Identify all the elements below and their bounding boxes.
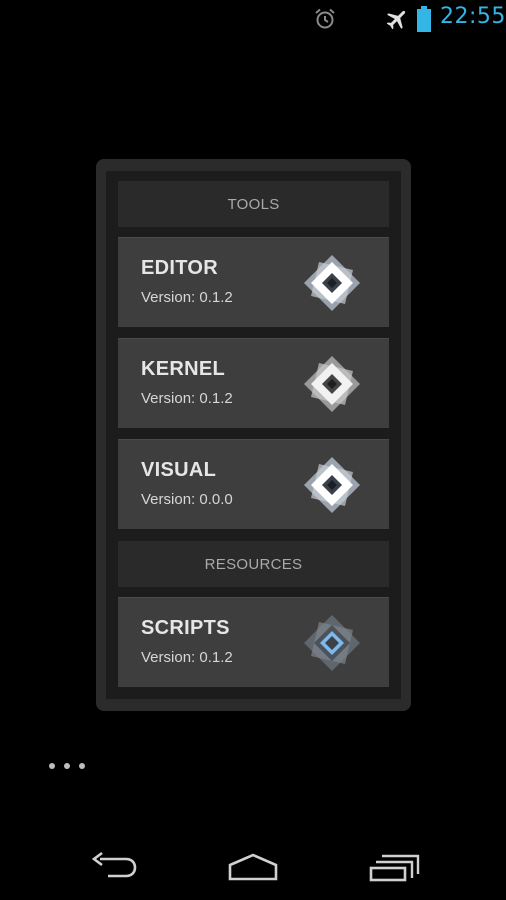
home-icon[interactable] — [225, 850, 281, 884]
home-screen: 22:55 TOOLS EDITOR Version: 0.1.2 KERNEL… — [0, 0, 506, 900]
list-item-kernel[interactable]: KERNEL Version: 0.1.2 — [118, 338, 389, 428]
status-bar: 22:55 — [0, 0, 506, 38]
list-item-editor[interactable]: EDITOR Version: 0.1.2 — [118, 237, 389, 327]
item-version: Version: 0.1.2 — [141, 390, 233, 407]
item-version: Version: 0.1.2 — [141, 289, 233, 306]
item-name: EDITOR — [141, 257, 218, 279]
list-item-scripts[interactable]: SCRIPTS Version: 0.1.2 — [118, 597, 389, 687]
airplane-mode-icon — [386, 10, 406, 30]
item-version: Version: 0.1.2 — [141, 649, 233, 666]
diamond-logo-icon — [304, 356, 360, 412]
diamond-logo-icon — [304, 255, 360, 311]
navigation-bar — [0, 832, 506, 900]
battery-icon — [417, 6, 431, 32]
app-widget: TOOLS EDITOR Version: 0.1.2 KERNEL Versi… — [96, 159, 411, 711]
alarm-clock-icon — [315, 8, 335, 29]
item-version: Version: 0.0.0 — [141, 491, 233, 508]
more-dots-icon[interactable] — [48, 760, 88, 772]
item-name: VISUAL — [141, 459, 217, 481]
section-header-tools: TOOLS — [118, 181, 389, 227]
list-item-visual[interactable]: VISUAL Version: 0.0.0 — [118, 439, 389, 529]
item-name: SCRIPTS — [141, 617, 230, 639]
status-clock: 22:55 — [440, 4, 506, 29]
recents-icon[interactable] — [366, 850, 422, 884]
section-header-resources: RESOURCES — [118, 541, 389, 587]
diamond-logo-icon — [304, 457, 360, 513]
item-name: KERNEL — [141, 358, 226, 380]
diamond-logo-icon — [304, 615, 360, 671]
back-icon[interactable] — [86, 850, 142, 884]
